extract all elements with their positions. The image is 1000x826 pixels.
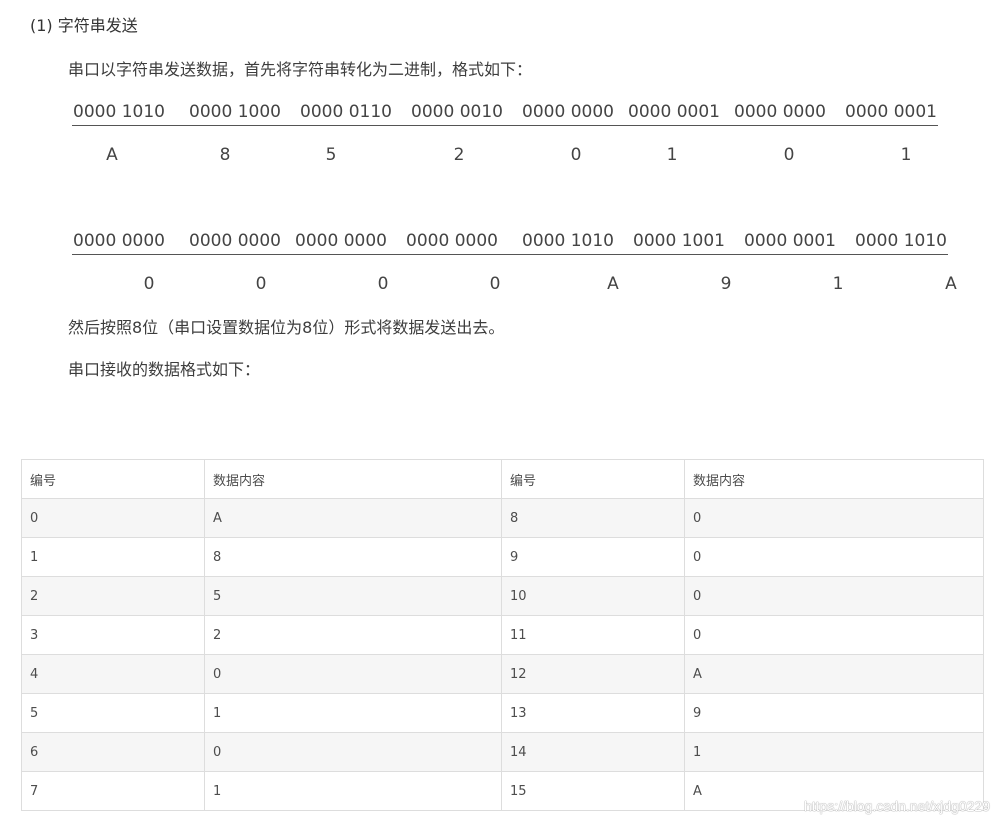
binary-byte: 0000 0001 <box>845 102 937 122</box>
table-header-row: 编号 数据内容 编号 数据内容 <box>21 459 984 499</box>
hex-digit: 0 <box>143 274 155 294</box>
table-row: 3 2 11 0 <box>21 615 984 655</box>
hex-digit: 1 <box>666 145 678 165</box>
header-content: 数据内容 <box>204 459 502 499</box>
binary-byte: 0000 0000 <box>189 231 281 251</box>
hex-digit: 5 <box>325 145 337 165</box>
table-cell: 0 <box>684 537 984 577</box>
hex-digit: 0 <box>255 274 267 294</box>
table-cell: 9 <box>684 693 984 733</box>
table-cell: A <box>204 498 502 538</box>
binary-byte: 0000 1010 <box>73 102 165 122</box>
hex-digit: A <box>945 274 957 294</box>
intro-paragraph: 串口以字符串发送数据，首先将字符串转化为二进制，格式如下： <box>68 60 533 79</box>
binary-row-2: 0000 0000 0000 0000 0000 0000 0000 0000 … <box>72 228 948 255</box>
table-cell: 5 <box>204 576 502 616</box>
table-cell: 0 <box>684 498 984 538</box>
section-heading: (1) 字符串发送 <box>30 16 138 35</box>
table-cell: 0 <box>204 654 502 694</box>
hex-digit: 8 <box>219 145 231 165</box>
hex-digit: A <box>607 274 619 294</box>
table-cell: 9 <box>501 537 685 577</box>
table-row: 6 0 14 1 <box>21 732 984 772</box>
hex-digit: 0 <box>489 274 501 294</box>
binary-byte: 0000 0001 <box>744 231 836 251</box>
binary-byte: 0000 0000 <box>406 231 498 251</box>
binary-byte: 0000 1000 <box>189 102 281 122</box>
table-cell: 0 <box>684 615 984 655</box>
table-cell: 3 <box>21 615 205 655</box>
hex-digit: 0 <box>783 145 795 165</box>
table-cell: 8 <box>501 498 685 538</box>
binary-byte: 0000 0000 <box>295 231 387 251</box>
table-row: 4 0 12 A <box>21 654 984 694</box>
binary-byte: 0000 0000 <box>522 102 614 122</box>
binary-byte: 0000 0010 <box>411 102 503 122</box>
hex-digit: A <box>106 145 118 165</box>
table-cell: 6 <box>21 732 205 772</box>
header-index: 编号 <box>21 459 205 499</box>
binary-byte: 0000 0000 <box>734 102 826 122</box>
table-cell: 2 <box>21 576 205 616</box>
hex-digit: 0 <box>377 274 389 294</box>
binary-row-1: 0000 1010 0000 1000 0000 0110 0000 0010 … <box>72 99 938 126</box>
table-row: 2 5 10 0 <box>21 576 984 616</box>
table-row: 5 1 13 9 <box>21 693 984 733</box>
table-cell: 1 <box>204 771 502 811</box>
table-cell: 4 <box>21 654 205 694</box>
binary-byte: 0000 1010 <box>855 231 947 251</box>
table-row: 0 A 8 0 <box>21 498 984 538</box>
table-cell: 2 <box>204 615 502 655</box>
table-cell: 8 <box>204 537 502 577</box>
table-cell: 12 <box>501 654 685 694</box>
send-note: 然后按照8位（串口设置数据位为8位）形式将数据发送出去。 <box>68 318 505 337</box>
binary-byte: 0000 0110 <box>300 102 392 122</box>
header-content: 数据内容 <box>684 459 984 499</box>
receive-note: 串口接收的数据格式如下： <box>68 360 261 379</box>
table-cell: 0 <box>21 498 205 538</box>
table-cell: A <box>684 654 984 694</box>
watermark-text: https://blog.csdn.net/xjdg0229 <box>803 798 990 814</box>
table-cell: 10 <box>501 576 685 616</box>
table-cell: 0 <box>684 576 984 616</box>
hex-digit: 1 <box>832 274 844 294</box>
table-cell: 1 <box>684 732 984 772</box>
binary-byte: 0000 1001 <box>633 231 725 251</box>
hex-digit: 9 <box>720 274 732 294</box>
header-index: 编号 <box>501 459 685 499</box>
binary-byte: 0000 1010 <box>522 231 614 251</box>
table-cell: 0 <box>204 732 502 772</box>
table-cell: 1 <box>21 537 205 577</box>
table-cell: 5 <box>21 693 205 733</box>
table-cell: 7 <box>21 771 205 811</box>
table-cell: 13 <box>501 693 685 733</box>
hex-digit: 2 <box>453 145 465 165</box>
table-cell: 14 <box>501 732 685 772</box>
table-cell: 1 <box>204 693 502 733</box>
table-cell: 11 <box>501 615 685 655</box>
hex-digit: 1 <box>900 145 912 165</box>
binary-byte: 0000 0001 <box>628 102 720 122</box>
receive-data-table: 编号 数据内容 编号 数据内容 0 A 8 0 1 8 9 0 2 5 10 0… <box>21 459 984 811</box>
table-cell: 15 <box>501 771 685 811</box>
table-row: 1 8 9 0 <box>21 537 984 577</box>
binary-byte: 0000 0000 <box>73 231 165 251</box>
hex-digit: 0 <box>570 145 582 165</box>
